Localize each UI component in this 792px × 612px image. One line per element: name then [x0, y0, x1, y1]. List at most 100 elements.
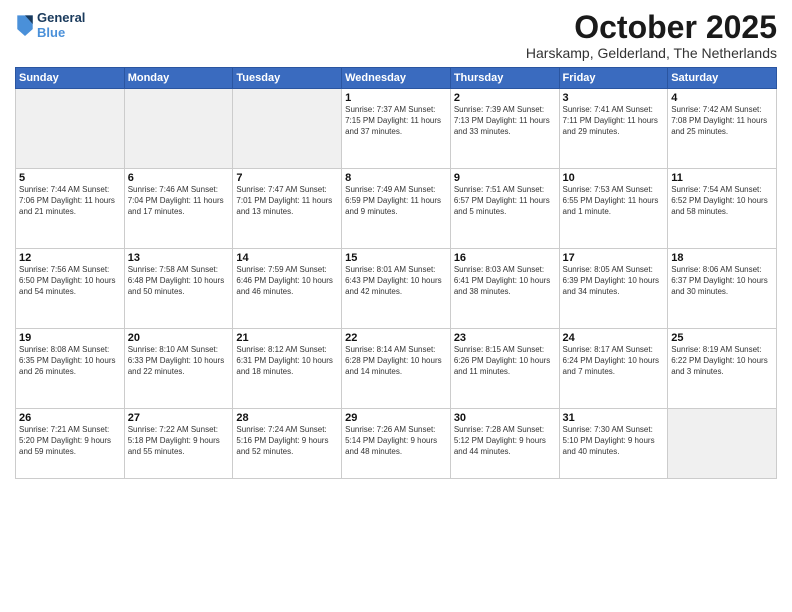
day-info: Sunrise: 7:54 AM Sunset: 6:52 PM Dayligh…: [671, 185, 773, 217]
day-info: Sunrise: 8:17 AM Sunset: 6:24 PM Dayligh…: [563, 345, 665, 377]
day-number: 28: [236, 412, 338, 424]
day-number: 11: [671, 172, 773, 184]
calendar-cell: 28Sunrise: 7:24 AM Sunset: 5:16 PM Dayli…: [233, 409, 342, 479]
header: General Blue October 2025 Harskamp, Geld…: [15, 10, 777, 61]
day-number: 19: [19, 332, 121, 344]
day-number: 3: [563, 92, 665, 104]
logo: General Blue: [15, 10, 85, 40]
day-number: 22: [345, 332, 447, 344]
day-info: Sunrise: 8:08 AM Sunset: 6:35 PM Dayligh…: [19, 345, 121, 377]
day-number: 27: [128, 412, 230, 424]
day-info: Sunrise: 8:12 AM Sunset: 6:31 PM Dayligh…: [236, 345, 338, 377]
day-info: Sunrise: 7:28 AM Sunset: 5:12 PM Dayligh…: [454, 425, 556, 457]
calendar-cell: 4Sunrise: 7:42 AM Sunset: 7:08 PM Daylig…: [668, 89, 777, 169]
day-info: Sunrise: 8:15 AM Sunset: 6:26 PM Dayligh…: [454, 345, 556, 377]
day-info: Sunrise: 8:06 AM Sunset: 6:37 PM Dayligh…: [671, 265, 773, 297]
day-number: 8: [345, 172, 447, 184]
day-number: 30: [454, 412, 556, 424]
calendar-cell: 12Sunrise: 7:56 AM Sunset: 6:50 PM Dayli…: [16, 249, 125, 329]
day-info: Sunrise: 7:56 AM Sunset: 6:50 PM Dayligh…: [19, 265, 121, 297]
day-number: 6: [128, 172, 230, 184]
day-info: Sunrise: 7:49 AM Sunset: 6:59 PM Dayligh…: [345, 185, 447, 217]
title-block: October 2025 Harskamp, Gelderland, The N…: [526, 10, 777, 61]
day-info: Sunrise: 7:42 AM Sunset: 7:08 PM Dayligh…: [671, 105, 773, 137]
calendar-cell: 1Sunrise: 7:37 AM Sunset: 7:15 PM Daylig…: [342, 89, 451, 169]
day-number: 16: [454, 252, 556, 264]
calendar-header-monday: Monday: [124, 68, 233, 89]
day-info: Sunrise: 8:19 AM Sunset: 6:22 PM Dayligh…: [671, 345, 773, 377]
day-number: 12: [19, 252, 121, 264]
calendar-cell: 24Sunrise: 8:17 AM Sunset: 6:24 PM Dayli…: [559, 329, 668, 409]
calendar-header-sunday: Sunday: [16, 68, 125, 89]
calendar-cell: [16, 89, 125, 169]
calendar-cell: 17Sunrise: 8:05 AM Sunset: 6:39 PM Dayli…: [559, 249, 668, 329]
calendar-cell: 20Sunrise: 8:10 AM Sunset: 6:33 PM Dayli…: [124, 329, 233, 409]
day-number: 14: [236, 252, 338, 264]
calendar-cell: 29Sunrise: 7:26 AM Sunset: 5:14 PM Dayli…: [342, 409, 451, 479]
day-number: 15: [345, 252, 447, 264]
calendar-cell: 7Sunrise: 7:47 AM Sunset: 7:01 PM Daylig…: [233, 169, 342, 249]
day-number: 21: [236, 332, 338, 344]
day-number: 29: [345, 412, 447, 424]
calendar-cell: 26Sunrise: 7:21 AM Sunset: 5:20 PM Dayli…: [16, 409, 125, 479]
day-info: Sunrise: 8:05 AM Sunset: 6:39 PM Dayligh…: [563, 265, 665, 297]
day-number: 7: [236, 172, 338, 184]
calendar-cell: 31Sunrise: 7:30 AM Sunset: 5:10 PM Dayli…: [559, 409, 668, 479]
logo-icon: [15, 12, 35, 36]
calendar-week-row: 19Sunrise: 8:08 AM Sunset: 6:35 PM Dayli…: [16, 329, 777, 409]
day-info: Sunrise: 7:58 AM Sunset: 6:48 PM Dayligh…: [128, 265, 230, 297]
calendar-header-thursday: Thursday: [450, 68, 559, 89]
day-info: Sunrise: 7:39 AM Sunset: 7:13 PM Dayligh…: [454, 105, 556, 137]
calendar-cell: 6Sunrise: 7:46 AM Sunset: 7:04 PM Daylig…: [124, 169, 233, 249]
calendar-cell: 10Sunrise: 7:53 AM Sunset: 6:55 PM Dayli…: [559, 169, 668, 249]
day-info: Sunrise: 7:30 AM Sunset: 5:10 PM Dayligh…: [563, 425, 665, 457]
day-number: 17: [563, 252, 665, 264]
day-number: 4: [671, 92, 773, 104]
calendar-cell: 13Sunrise: 7:58 AM Sunset: 6:48 PM Dayli…: [124, 249, 233, 329]
calendar-cell: 5Sunrise: 7:44 AM Sunset: 7:06 PM Daylig…: [16, 169, 125, 249]
calendar-cell: 21Sunrise: 8:12 AM Sunset: 6:31 PM Dayli…: [233, 329, 342, 409]
calendar-cell: 9Sunrise: 7:51 AM Sunset: 6:57 PM Daylig…: [450, 169, 559, 249]
day-number: 18: [671, 252, 773, 264]
day-info: Sunrise: 7:53 AM Sunset: 6:55 PM Dayligh…: [563, 185, 665, 217]
calendar-cell: 15Sunrise: 8:01 AM Sunset: 6:43 PM Dayli…: [342, 249, 451, 329]
calendar-header-row: SundayMondayTuesdayWednesdayThursdayFrid…: [16, 68, 777, 89]
day-info: Sunrise: 8:01 AM Sunset: 6:43 PM Dayligh…: [345, 265, 447, 297]
day-info: Sunrise: 7:37 AM Sunset: 7:15 PM Dayligh…: [345, 105, 447, 137]
day-number: 10: [563, 172, 665, 184]
day-info: Sunrise: 8:14 AM Sunset: 6:28 PM Dayligh…: [345, 345, 447, 377]
calendar-cell: [668, 409, 777, 479]
day-number: 25: [671, 332, 773, 344]
day-info: Sunrise: 8:10 AM Sunset: 6:33 PM Dayligh…: [128, 345, 230, 377]
logo-text: General Blue: [37, 10, 85, 40]
calendar-header-saturday: Saturday: [668, 68, 777, 89]
calendar-cell: 16Sunrise: 8:03 AM Sunset: 6:41 PM Dayli…: [450, 249, 559, 329]
page: General Blue October 2025 Harskamp, Geld…: [0, 0, 792, 612]
day-info: Sunrise: 7:41 AM Sunset: 7:11 PM Dayligh…: [563, 105, 665, 137]
calendar-cell: 23Sunrise: 8:15 AM Sunset: 6:26 PM Dayli…: [450, 329, 559, 409]
calendar-header-friday: Friday: [559, 68, 668, 89]
day-info: Sunrise: 7:59 AM Sunset: 6:46 PM Dayligh…: [236, 265, 338, 297]
calendar-week-row: 12Sunrise: 7:56 AM Sunset: 6:50 PM Dayli…: [16, 249, 777, 329]
day-number: 9: [454, 172, 556, 184]
day-info: Sunrise: 7:47 AM Sunset: 7:01 PM Dayligh…: [236, 185, 338, 217]
calendar-cell: 14Sunrise: 7:59 AM Sunset: 6:46 PM Dayli…: [233, 249, 342, 329]
calendar-cell: 30Sunrise: 7:28 AM Sunset: 5:12 PM Dayli…: [450, 409, 559, 479]
day-number: 24: [563, 332, 665, 344]
calendar-cell: 18Sunrise: 8:06 AM Sunset: 6:37 PM Dayli…: [668, 249, 777, 329]
calendar-header-tuesday: Tuesday: [233, 68, 342, 89]
day-info: Sunrise: 7:26 AM Sunset: 5:14 PM Dayligh…: [345, 425, 447, 457]
day-number: 5: [19, 172, 121, 184]
day-info: Sunrise: 7:24 AM Sunset: 5:16 PM Dayligh…: [236, 425, 338, 457]
day-number: 20: [128, 332, 230, 344]
day-number: 31: [563, 412, 665, 424]
calendar-cell: 25Sunrise: 8:19 AM Sunset: 6:22 PM Dayli…: [668, 329, 777, 409]
calendar-cell: 2Sunrise: 7:39 AM Sunset: 7:13 PM Daylig…: [450, 89, 559, 169]
calendar-cell: 22Sunrise: 8:14 AM Sunset: 6:28 PM Dayli…: [342, 329, 451, 409]
day-info: Sunrise: 7:21 AM Sunset: 5:20 PM Dayligh…: [19, 425, 121, 457]
calendar-week-row: 26Sunrise: 7:21 AM Sunset: 5:20 PM Dayli…: [16, 409, 777, 479]
day-info: Sunrise: 7:22 AM Sunset: 5:18 PM Dayligh…: [128, 425, 230, 457]
calendar-cell: 8Sunrise: 7:49 AM Sunset: 6:59 PM Daylig…: [342, 169, 451, 249]
day-number: 26: [19, 412, 121, 424]
day-info: Sunrise: 7:44 AM Sunset: 7:06 PM Dayligh…: [19, 185, 121, 217]
